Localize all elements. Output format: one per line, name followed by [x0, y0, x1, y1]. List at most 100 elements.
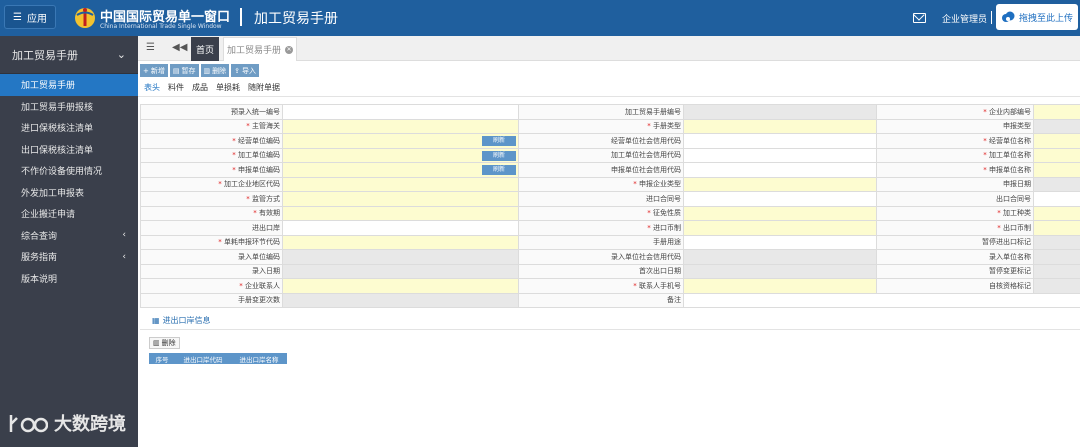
- sidebar-item-label: 企业搬迁申请: [21, 210, 76, 221]
- field-label: 经营单位社会信用代码: [518, 133, 684, 149]
- sidebar: 加工贸易手册 ⌄ 加工贸易手册 加工贸易手册报核 进口保税核注清单 出口保税核注清单不…: [0, 36, 138, 447]
- field-input[interactable]: 刷新: [282, 147, 519, 163]
- sidebar-item[interactable]: 出口保税核注清单: [0, 139, 138, 161]
- field-input[interactable]: [1033, 191, 1080, 207]
- field-label: * 企业联系人: [140, 278, 283, 294]
- field-label: 录入日期: [140, 263, 283, 279]
- field-input: [282, 292, 519, 308]
- sidebar-item[interactable]: 版本说明: [0, 268, 138, 290]
- field-label: 预录入统一编号: [140, 104, 283, 120]
- field-input[interactable]: [683, 176, 877, 192]
- field-input[interactable]: [282, 205, 519, 221]
- scroll-left-icon[interactable]: ◀◀: [172, 42, 187, 53]
- field-input[interactable]: 刷新: [282, 162, 519, 178]
- import-button[interactable]: ⇪ 导入: [231, 64, 259, 77]
- field-input[interactable]: [683, 220, 877, 236]
- form-row: * 企业联系人 * 联系人手机号 自核资格标记: [140, 278, 1080, 294]
- cloud-icon: [1002, 11, 1015, 22]
- field-label: * 企业内部编号: [876, 104, 1034, 120]
- hamburger-icon[interactable]: ☰: [146, 42, 155, 53]
- subtab[interactable]: 单损耗: [216, 82, 240, 93]
- sidebar-item[interactable]: 不作价设备使用情况: [0, 160, 138, 182]
- field-input[interactable]: [1033, 162, 1080, 178]
- refresh-button[interactable]: 刷新: [482, 136, 516, 147]
- field-input[interactable]: [282, 176, 519, 192]
- field-input[interactable]: [1033, 220, 1080, 236]
- field-input[interactable]: 刷新: [282, 133, 519, 149]
- refresh-button[interactable]: 刷新: [482, 165, 516, 176]
- sidebar-item[interactable]: 加工贸易手册报核: [0, 96, 138, 118]
- subtab[interactable]: 表头: [144, 82, 160, 93]
- field-input[interactable]: [683, 234, 877, 250]
- subtab[interactable]: 随附单据: [248, 82, 280, 93]
- save-icon: ▤: [172, 66, 180, 75]
- field-label: 加工单位社会信用代码: [518, 147, 684, 163]
- sidebar-item[interactable]: 进口保税核注清单: [0, 117, 138, 139]
- field-label: * 申报单位编码: [140, 162, 283, 178]
- tab-active[interactable]: 加工贸易手册 ✕: [223, 37, 297, 61]
- form-row: 录入日期 首次出口日期 暂停变更标记: [140, 263, 1080, 279]
- new-button[interactable]: + 新增: [140, 64, 168, 77]
- tab-home[interactable]: 首页: [191, 37, 219, 61]
- field-input[interactable]: [1033, 205, 1080, 221]
- field-input[interactable]: [282, 278, 519, 294]
- field-label: 进口合同号: [518, 191, 684, 207]
- field-input[interactable]: [683, 191, 877, 207]
- header-separator: [991, 11, 992, 24]
- field-label: * 手册类型: [518, 118, 684, 134]
- field-input[interactable]: [683, 133, 877, 149]
- field-label: * 单耗申报环节代码: [140, 234, 283, 250]
- field-input: [282, 263, 519, 279]
- port-delete-button[interactable]: ▥ 删除: [149, 337, 180, 349]
- grid-column-header[interactable]: 进出口岸代码: [175, 354, 231, 364]
- sidebar-item-label: 外发加工申报表: [21, 188, 85, 199]
- field-input[interactable]: [683, 162, 877, 178]
- field-label: * 进口币制: [518, 220, 684, 236]
- field-label: * 监管方式: [140, 191, 283, 207]
- section-divider: [140, 329, 1080, 330]
- field-input[interactable]: [683, 292, 1080, 308]
- field-label: * 加工企业地区代码: [140, 176, 283, 192]
- field-input[interactable]: [683, 278, 877, 294]
- field-input[interactable]: [282, 220, 519, 236]
- sidebar-header[interactable]: 加工贸易手册 ⌄: [0, 36, 138, 74]
- sidebar-item-label: 综合查询: [21, 231, 58, 242]
- sidebar-item[interactable]: 综合查询 ‹: [0, 225, 138, 247]
- field-input[interactable]: [282, 104, 519, 120]
- module-title: 加工贸易手册: [254, 11, 338, 27]
- sidebar-menu: 加工贸易手册 加工贸易手册报核 进口保税核注清单 出口保税核注清单 不作价设备使用情况外…: [0, 74, 138, 289]
- refresh-button[interactable]: 刷新: [482, 150, 516, 161]
- field-input[interactable]: [1033, 133, 1080, 149]
- close-icon[interactable]: ✕: [285, 45, 293, 54]
- sub-tabs-divider: [138, 96, 1080, 97]
- field-label: 出口合同号: [876, 191, 1034, 207]
- subtab[interactable]: 料件: [168, 82, 184, 93]
- field-input[interactable]: [282, 118, 519, 134]
- field-input[interactable]: [282, 234, 519, 250]
- subtab[interactable]: 成品: [192, 82, 208, 93]
- sidebar-item[interactable]: 加工贸易手册: [0, 74, 138, 96]
- grid-column-header[interactable]: 序号: [149, 354, 175, 364]
- trash-icon: ▥: [203, 66, 211, 75]
- delete-button[interactable]: ▥ 删除: [200, 64, 230, 77]
- field-label: * 加工种类: [876, 205, 1034, 221]
- field-input: [683, 104, 877, 120]
- mail-icon[interactable]: [913, 13, 926, 23]
- grid-column-header[interactable]: 进出口岸名称: [231, 354, 287, 364]
- app-menu-button[interactable]: ☰ 应用: [4, 5, 56, 29]
- field-label: * 主管海关: [140, 118, 283, 134]
- sidebar-item[interactable]: 服务指南 ‹: [0, 246, 138, 268]
- sidebar-item[interactable]: 企业搬迁申请: [0, 203, 138, 225]
- field-input[interactable]: [1033, 147, 1080, 163]
- field-input[interactable]: [683, 205, 877, 221]
- sidebar-item-label: 版本说明: [21, 274, 58, 285]
- field-input[interactable]: [683, 147, 877, 163]
- field-input[interactable]: [1033, 104, 1080, 120]
- field-input[interactable]: [683, 118, 877, 134]
- field-input[interactable]: [282, 191, 519, 207]
- toolbar: + 新增 ▤ 暂存 ▥ 删除 ⇪ 导入: [140, 64, 259, 77]
- save-button[interactable]: ▤ 暂存: [169, 64, 199, 77]
- user-menu[interactable]: 企业管理员: [942, 12, 987, 25]
- sidebar-item[interactable]: 外发加工申报表: [0, 182, 138, 204]
- drag-upload-button[interactable]: 拖拽至此上传: [996, 4, 1078, 30]
